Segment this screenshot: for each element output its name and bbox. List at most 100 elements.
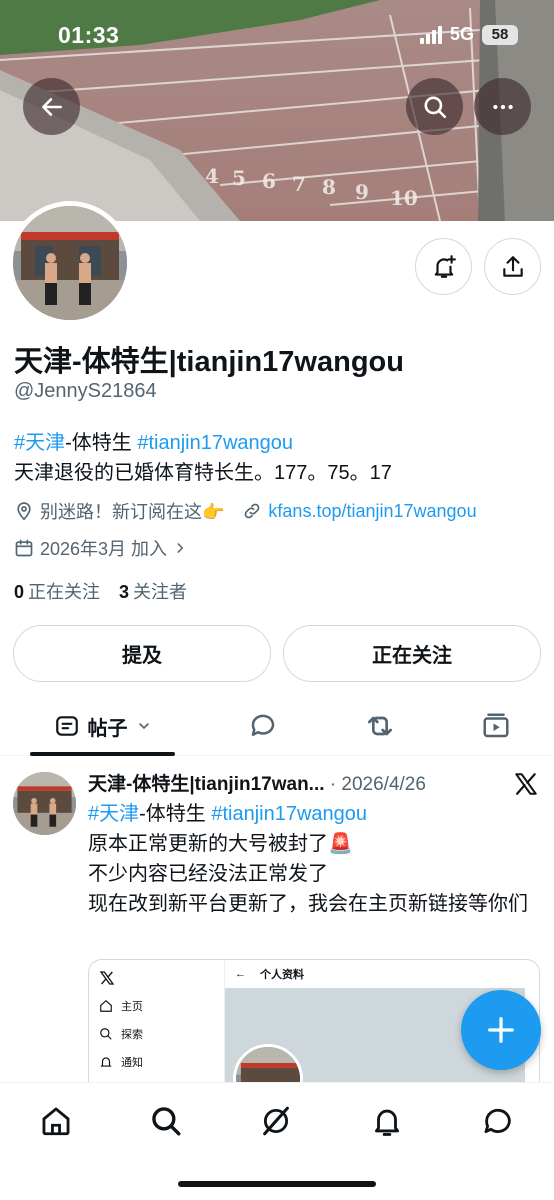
image-nav-home-label: 主页 [121,1001,143,1013]
hashtag-link[interactable]: #tianjin17wangou [211,803,367,825]
post-body: #天津-体特生 #tianjin17wangou 原本正常更新的大号被封了🚨 不… [88,799,544,919]
nav-home[interactable] [36,1101,76,1141]
bio-line-1: #天津-体特生 #tianjin17wangou [14,428,544,458]
image-nav-explore: 探索 [99,1026,143,1042]
svg-text:9: 9 [355,180,369,204]
hashtag-link[interactable]: #天津 [14,432,65,454]
profile-location: 别迷路！新订阅在这👉 [40,502,225,522]
svg-text:4: 4 [205,164,219,188]
following-count: 0 [14,582,25,602]
home-icon [42,1107,70,1136]
grok-icon [263,1106,289,1136]
more-button[interactable] [474,78,531,135]
nav-messages[interactable] [478,1101,518,1141]
profile-website-link[interactable]: kfans.top/tianjin17wangou [268,501,476,522]
post-line-2: 原本正常更新的大号被封了🚨 [88,833,353,855]
profile-meta-row: 别迷路！新订阅在这👉 kfans.top/tianjin17wangou [14,498,477,524]
svg-text:5: 5 [232,166,246,190]
signal-icon [419,25,442,44]
notify-button[interactable] [415,238,472,295]
tab-reposts[interactable] [357,698,403,754]
image-title: 个人资料 [260,969,304,981]
image-nav-notify: 通知 [99,1054,143,1070]
image-sidebar: 主页 探索 通知 [89,960,225,1098]
profile-avatar[interactable] [8,201,132,325]
profile-display-name: 天津-体特生|tianjin17wangou [14,346,404,378]
media-icon [483,713,509,738]
image-nav-home: 主页 [99,998,143,1014]
share-icon [502,255,523,277]
post-line-4: 现在改到新平台更新了，我会在主页新链接等你们 [88,893,528,915]
followers-stat[interactable]: 3 关注者 [119,582,187,602]
tab-media[interactable] [473,698,519,754]
link-icon [242,501,262,521]
tab-replies[interactable] [240,698,286,754]
chevron-down-icon [138,723,149,729]
battery-icon: 58 [482,24,518,45]
image-topbar: ← 个人资料 [225,960,539,988]
messages-icon [484,1108,511,1134]
home-indicator[interactable] [178,1181,376,1187]
explore-icon [152,1107,181,1136]
calendar-icon [14,538,34,558]
following-button[interactable]: 正在关注 [283,625,541,682]
profile-joined-row[interactable]: 2026年3月 加入 [14,535,193,561]
image-nav-notify-label: 通知 [121,1057,143,1069]
follow-stats: 0 正在关注 3 关注者 [14,578,187,604]
x-logo-icon [513,771,539,802]
tab-posts[interactable]: 帖子 [30,698,175,754]
followers-label: 关注者 [133,582,188,602]
compose-button[interactable] [461,990,541,1070]
post-header: 天津-体特生|tianjin17wan... · 2026/4/26 [88,769,426,796]
bio-line-2: 天津退役的已婚体育特长生。177。75。17 [14,462,392,484]
post-text-fragment: -体特生 [139,803,212,825]
following-stat[interactable]: 0 正在关注 [14,582,100,602]
repost-icon [368,716,392,736]
posts-icon [55,716,78,736]
bio-text: -体特生 [65,432,138,454]
nav-explore[interactable] [146,1101,186,1141]
bell-icon [100,1057,112,1067]
image-nav-explore-label: 探索 [121,1029,143,1041]
chevron-right-icon [173,541,187,555]
tab-posts-label: 帖子 [87,717,128,740]
profile-handle: @JennyS21864 [14,380,157,402]
post-author-avatar[interactable] [13,772,76,835]
svg-text:8: 8 [322,175,336,199]
followers-count: 3 [119,582,130,602]
status-bar: 01:33 5G 58 [0,0,554,70]
status-indicators: 5G 58 [419,24,518,45]
profile-bio: #天津-体特生 #tianjin17wangou 天津退役的已婚体育特长生。17… [14,428,544,488]
image-back-arrow: ← [235,968,246,980]
active-tab-indicator [30,752,175,756]
back-button[interactable] [23,78,80,135]
svg-text:7: 7 [292,172,306,196]
avatar-image [13,772,76,835]
nav-grok[interactable] [256,1101,296,1141]
reply-icon [251,714,275,736]
post-line-3: 不少内容已经没法正常发了 [88,863,328,885]
nav-notifications[interactable] [367,1101,407,1141]
svg-text:6: 6 [262,169,276,193]
home-icon [100,999,112,1012]
compose-icon [488,1017,514,1043]
post-date[interactable]: 2026/4/26 [341,774,426,795]
hashtag-link[interactable]: #天津 [88,803,139,825]
back-arrow-icon [41,97,62,116]
share-button[interactable] [484,238,541,295]
avatar-image [13,206,127,320]
post-author-name[interactable]: 天津-体特生|tianjin17wan... [88,774,325,795]
more-icon [492,104,513,109]
search-button[interactable] [406,78,463,135]
profile-joined-date: 2026年3月 加入 [40,539,168,559]
hashtag-link[interactable]: #tianjin17wangou [137,432,293,454]
status-time: 01:33 [58,22,120,48]
search-icon [423,95,446,118]
post-separator: · [324,774,342,795]
search-icon [100,1028,112,1040]
network-type: 5G [449,24,474,44]
svg-text:10: 10 [390,186,418,210]
x-logo-icon [99,970,115,989]
bell-plus-icon [434,254,456,278]
mention-button[interactable]: 提及 [13,625,271,682]
